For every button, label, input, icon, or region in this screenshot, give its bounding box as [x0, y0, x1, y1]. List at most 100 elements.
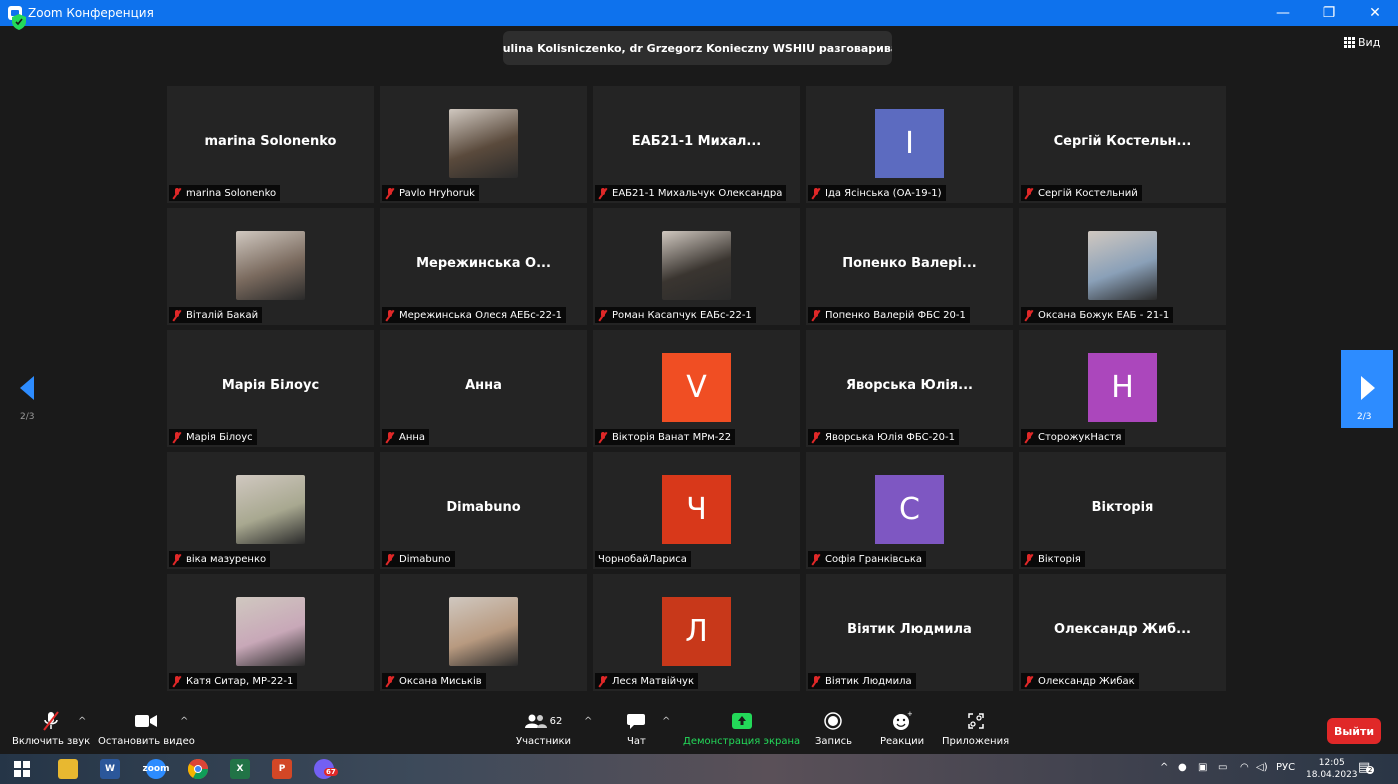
participant-name-label: Сергій Костельний	[1021, 185, 1142, 201]
participant-tile[interactable]: ЕАБ21-1 Михал... ЕАБ21-1 Михальчук Олекса…	[593, 86, 800, 203]
participants-label: Участники	[516, 736, 572, 747]
taskbar-clock[interactable]: 12:05 18.04.2023	[1306, 757, 1358, 781]
reactions-button[interactable]: + Реакции	[880, 710, 924, 747]
viber-icon[interactable]: 67	[314, 759, 338, 779]
participant-tile[interactable]: Оксана Божук ЕАБ - 21-1	[1019, 208, 1226, 325]
file-explorer-icon[interactable]	[58, 759, 78, 779]
active-speaker-banner: dr Paulina Kolisniczenko, dr Grzegorz Ko…	[503, 31, 892, 65]
participant-tile[interactable]: Сергій Костельн... Сергій Костельний	[1019, 86, 1226, 203]
battery-icon[interactable]: ▭	[1218, 762, 1227, 773]
participant-tile[interactable]: Марія Білоус Марія Білоус	[167, 330, 374, 447]
participant-name: Вікторія Ванат МРм-22	[612, 431, 732, 443]
participant-name-label: Анна	[382, 429, 430, 445]
participant-tile[interactable]: Pavlo Hryhoruk	[380, 86, 587, 203]
powerpoint-icon[interactable]: P	[272, 759, 292, 779]
zoom-taskbar-icon[interactable]: zoom	[143, 759, 170, 779]
participant-display-name: Марія Білоус	[221, 378, 320, 393]
participant-tile[interactable]: С Софія Гранківська	[806, 452, 1013, 569]
participant-name-label: Роман Касапчук ЕАБс-22-1	[595, 307, 756, 323]
apps-button[interactable]: Приложения	[942, 710, 1009, 747]
muted-mic-icon	[598, 309, 608, 321]
participant-tile[interactable]: V Вікторія Ванат МРм-22	[593, 330, 800, 447]
prev-page-indicator: 2/3	[20, 412, 35, 422]
muted-mic-icon	[811, 309, 821, 321]
participant-tile[interactable]: Мережинська О... Мережинська Олеся АЕБс-2…	[380, 208, 587, 325]
participant-name-label: Віталій Бакай	[169, 307, 263, 323]
participant-name-label: СторожукНастя	[1021, 429, 1126, 445]
participant-tile[interactable]: віка мазуренко	[167, 452, 374, 569]
minimize-button[interactable]: —	[1260, 0, 1306, 26]
prev-page-button[interactable]: 2/3	[0, 350, 52, 428]
chat-bubble-icon	[627, 710, 646, 732]
muted-mic-icon	[811, 675, 821, 687]
view-button[interactable]: Вид	[1344, 36, 1380, 49]
participant-tile[interactable]: Яворська Юлія... Яворська Юлія ФБС-20-1	[806, 330, 1013, 447]
participant-tile[interactable]: Віятик Людмила Віятик Людмила	[806, 574, 1013, 691]
muted-mic-icon	[385, 187, 395, 199]
clock-time: 12:05	[1318, 758, 1345, 768]
participant-tile[interactable]: Л Леся Матвійчук	[593, 574, 800, 691]
participant-tile[interactable]: Катя Ситар, МР-22-1	[167, 574, 374, 691]
participant-tile[interactable]: marina Solonenko marina Solonenko	[167, 86, 374, 203]
apps-label: Приложения	[942, 736, 1010, 747]
chrome-icon[interactable]	[188, 759, 208, 779]
view-label: Вид	[1358, 36, 1381, 49]
tray-overflow-icon[interactable]: ^	[1160, 762, 1168, 773]
participant-tile[interactable]: Dimabuno Dimabuno	[380, 452, 587, 569]
next-page-button[interactable]: 2/3	[1341, 350, 1393, 428]
participant-avatar-photo	[236, 597, 305, 666]
participant-name: Анна	[399, 431, 426, 443]
chat-options-caret[interactable]: ^	[662, 716, 670, 727]
share-screen-icon	[731, 710, 752, 732]
participant-tile[interactable]: Роман Касапчук ЕАБс-22-1	[593, 208, 800, 325]
participant-tile[interactable]: Н СторожукНастя	[1019, 330, 1226, 447]
participant-tile[interactable]: Олександр Жиб... Олександр Жибак	[1019, 574, 1226, 691]
participants-options-caret[interactable]: ^	[584, 716, 592, 727]
participant-display-name: Попенко Валері...	[842, 256, 977, 271]
leave-meeting-button[interactable]: Выйти	[1327, 718, 1381, 744]
participant-name: Марія Білоус	[186, 431, 253, 443]
participant-name: СторожукНастя	[1038, 431, 1122, 443]
record-button[interactable]: Запись	[815, 710, 852, 747]
participant-display-name: Віятик Людмила	[847, 622, 972, 637]
video-options-caret[interactable]: ^	[180, 716, 188, 727]
chat-button[interactable]: Чат	[627, 710, 646, 747]
participant-display-name: Яворська Юлія...	[846, 378, 973, 393]
participant-name-label: Софія Гранківська	[808, 551, 927, 567]
participant-tile[interactable]: Попенко Валері... Попенко Валерій ФБС 20-…	[806, 208, 1013, 325]
participant-tile[interactable]: Анна Анна	[380, 330, 587, 447]
wifi-icon[interactable]: ◠	[1240, 762, 1249, 773]
muted-mic-icon	[1024, 553, 1034, 565]
muted-mic-icon	[172, 309, 182, 321]
microphone-muted-icon	[41, 710, 61, 732]
participant-tile[interactable]: Віталій Бакай	[167, 208, 374, 325]
volume-icon[interactable]: ◁)	[1256, 762, 1268, 773]
participant-name: marina Solonenko	[186, 187, 277, 199]
participant-tile[interactable]: I Іда Ясінська (ОА-19-1)	[806, 86, 1013, 203]
shield-icon[interactable]	[12, 14, 26, 30]
participants-count: 62	[549, 715, 563, 727]
word-icon[interactable]: W	[100, 759, 120, 779]
windows-start-icon[interactable]	[12, 759, 32, 779]
tray-mic-icon[interactable]: ●	[1178, 762, 1187, 773]
participant-name: Леся Матвійчук	[612, 675, 694, 687]
notifications-icon[interactable]: ▤ 2	[1358, 760, 1375, 775]
stop-video-label: Остановить видео	[98, 736, 195, 747]
participant-name: ЕАБ21-1 Михальчук Олександра	[612, 187, 783, 199]
excel-icon[interactable]: X	[230, 759, 250, 779]
meeting-toolbar: Включить звук ^ Остановить видео ^ 62 Уч…	[0, 702, 1398, 754]
participant-tile[interactable]: Ч ЧорнобайЛариса	[593, 452, 800, 569]
restore-button[interactable]: ❐	[1306, 0, 1352, 26]
window-title: Zoom Конференция	[28, 6, 154, 20]
muted-mic-icon	[811, 431, 821, 443]
notifications-count: 2	[1366, 766, 1375, 774]
audio-options-caret[interactable]: ^	[78, 716, 86, 727]
share-screen-button[interactable]: Демонстрация экрана	[683, 710, 800, 747]
participant-tile[interactable]: Оксана Миськів	[380, 574, 587, 691]
participants-button[interactable]: 62 Участники	[516, 710, 571, 747]
participant-tile[interactable]: Вікторія Вікторія	[1019, 452, 1226, 569]
language-indicator[interactable]: РУС	[1276, 762, 1295, 773]
close-button[interactable]: ✕	[1352, 0, 1398, 26]
participant-name-label: Попенко Валерій ФБС 20-1	[808, 307, 970, 323]
tray-app-icon[interactable]: ▣	[1198, 762, 1207, 773]
